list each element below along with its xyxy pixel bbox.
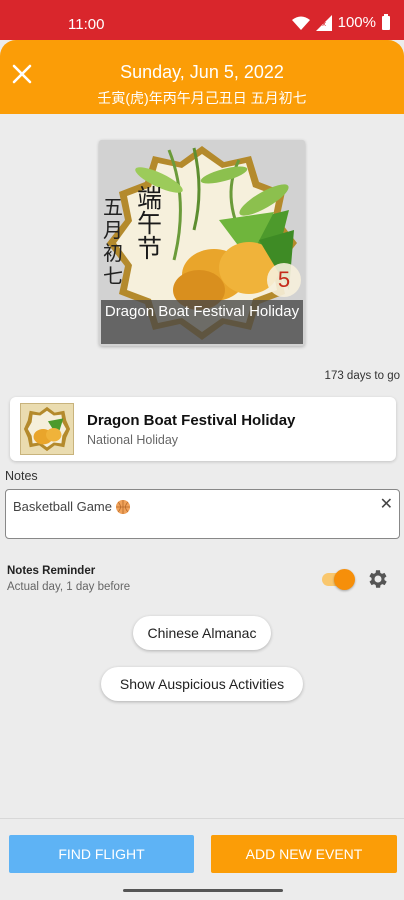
festival-chinese-title: 端午节	[137, 184, 163, 263]
battery-icon	[382, 13, 390, 30]
date-header: Sunday, Jun 5, 2022 壬寅(虎)年丙午月己丑日 五月初七	[0, 40, 404, 114]
festival-day-number: 5	[277, 267, 291, 292]
reminder-title: Notes Reminder	[7, 565, 96, 577]
add-new-event-button[interactable]: ADD NEW EVENT	[211, 835, 397, 873]
chinese-almanac-button[interactable]: Chinese Almanac	[133, 616, 271, 650]
basketball-icon	[116, 499, 130, 514]
event-card[interactable]: Dragon Boat Festival Holiday National Ho…	[10, 397, 396, 461]
status-time: 11:00	[68, 16, 105, 33]
festival-image: 五月初七 端午节 5 Dragon Boat Festival Holiday	[99, 140, 305, 346]
signal-icon: x	[315, 14, 332, 31]
svg-text:x: x	[322, 20, 326, 28]
reminder-subtitle: Actual day, 1 day before	[7, 581, 131, 593]
notes-input[interactable]: Basketball Game ✕	[5, 489, 400, 539]
home-indicator[interactable]	[123, 889, 283, 892]
gear-icon[interactable]	[366, 567, 390, 591]
page-title: Sunday, Jun 5, 2022	[120, 62, 284, 82]
status-bar: 11:00 x 100%	[0, 0, 404, 40]
find-flight-button[interactable]: FIND FLIGHT	[9, 835, 194, 873]
auspicious-activities-button[interactable]: Show Auspicious Activities	[101, 667, 303, 701]
battery-percent: 100%	[337, 14, 376, 31]
event-name: Dragon Boat Festival Holiday	[87, 412, 296, 429]
notes-label: Notes	[5, 469, 38, 483]
status-icons: x 100%	[291, 13, 390, 31]
reminder-toggle[interactable]	[320, 568, 356, 590]
notes-text-row: Basketball Game	[13, 499, 130, 514]
event-type: National Holiday	[87, 433, 179, 447]
clear-icon[interactable]: ✕	[380, 494, 393, 514]
festival-caption: Dragon Boat Festival Holiday	[101, 300, 303, 344]
lunar-date: 壬寅(虎)年丙午月己丑日 五月初七	[97, 90, 307, 106]
event-thumbnail	[20, 403, 74, 455]
wifi-icon	[291, 16, 310, 30]
countdown-text: 173 days to go	[324, 370, 400, 382]
lunar-vertical-text: 五月初七	[103, 195, 123, 288]
toggle-knob	[334, 569, 355, 590]
bottom-divider	[0, 818, 404, 819]
notes-value: Basketball Game	[13, 499, 112, 514]
